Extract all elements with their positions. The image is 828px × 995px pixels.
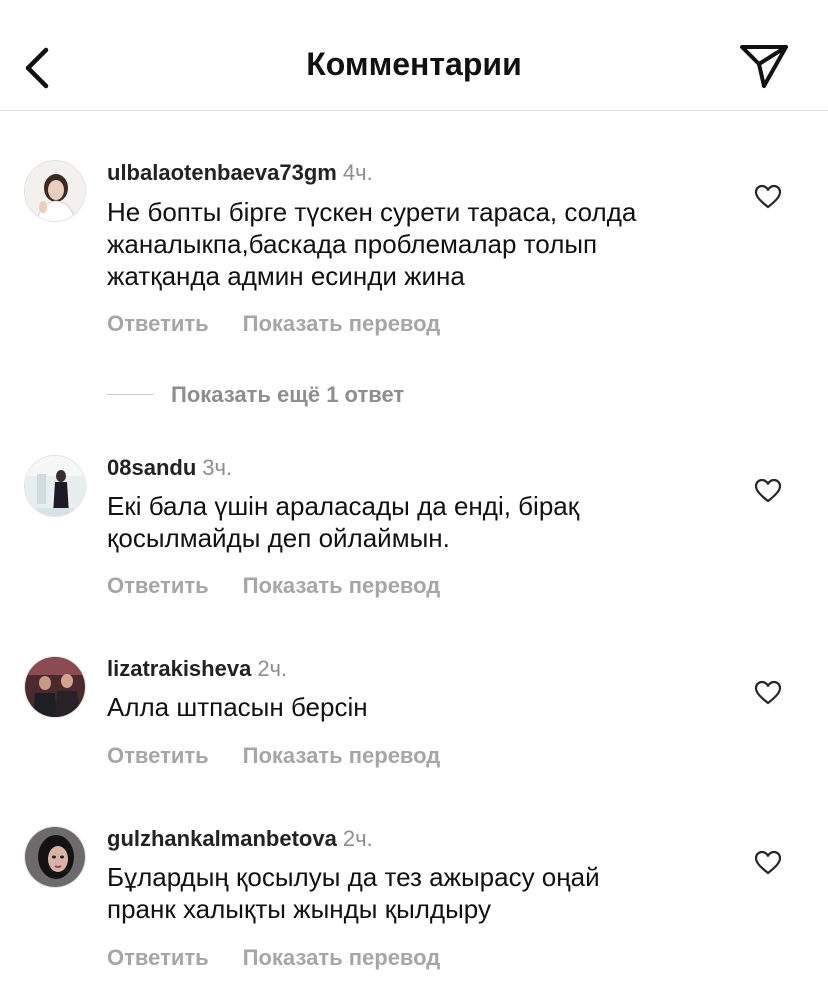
like-button[interactable] [754,184,782,210]
comment-time: 4ч. [342,160,373,185]
like-button[interactable] [754,850,782,876]
comment-text: Бұлардың қосылуы да тез ажырасу оңай пра… [107,862,600,924]
translate-button[interactable]: Показать перевод [243,743,441,768]
avatar[interactable] [24,455,86,517]
comment-username[interactable]: ulbalaotenbaeva73gm 4ч. [107,160,373,186]
comment-username[interactable]: lizatrakisheva 2ч. [107,656,287,682]
heart-icon [754,184,782,209]
like-button[interactable] [754,680,782,706]
page-title: Комментарии [306,46,522,82]
comment-text: Алла штпасын берсін [107,692,368,722]
avatar[interactable] [24,656,86,718]
comment-actions: Ответить Показать перевод [107,945,440,971]
translate-button[interactable]: Показать перевод [243,945,441,970]
reply-button[interactable]: Ответить [107,311,209,336]
comment-text: Не бопты бірге түскен сурети тараса, сол… [107,197,637,291]
view-more-replies-label[interactable]: Показать ещё 1 ответ [171,382,404,408]
avatar[interactable] [24,826,86,888]
send-icon [740,45,788,88]
comment-text: Екі бала үшін араласады да енді, бірақ қ… [107,491,580,553]
header-bar: Комментарии [0,0,828,111]
translate-button[interactable]: Показать перевод [243,573,441,598]
comment-actions: Ответить Показать перевод [107,573,440,599]
comment-time: 2ч. [257,656,288,681]
avatar[interactable] [24,160,86,222]
comment-actions: Ответить Показать перевод [107,311,440,337]
comment-actions: Ответить Показать перевод [107,743,440,769]
like-button[interactable] [754,478,782,504]
share-button[interactable] [738,42,790,90]
replies-divider-line [107,394,153,395]
comment-time: 2ч. [342,826,373,851]
translate-button[interactable]: Показать перевод [243,311,441,336]
comment-username[interactable]: gulzhankalmanbetova 2ч. [107,826,373,852]
comment-username[interactable]: 08sandu 3ч. [107,455,232,481]
heart-icon [754,850,782,875]
reply-button[interactable]: Ответить [107,945,209,970]
comment-time: 3ч. [202,455,233,480]
heart-icon [754,680,782,705]
reply-button[interactable]: Ответить [107,743,209,768]
reply-button[interactable]: Ответить [107,573,209,598]
heart-icon [754,478,782,503]
